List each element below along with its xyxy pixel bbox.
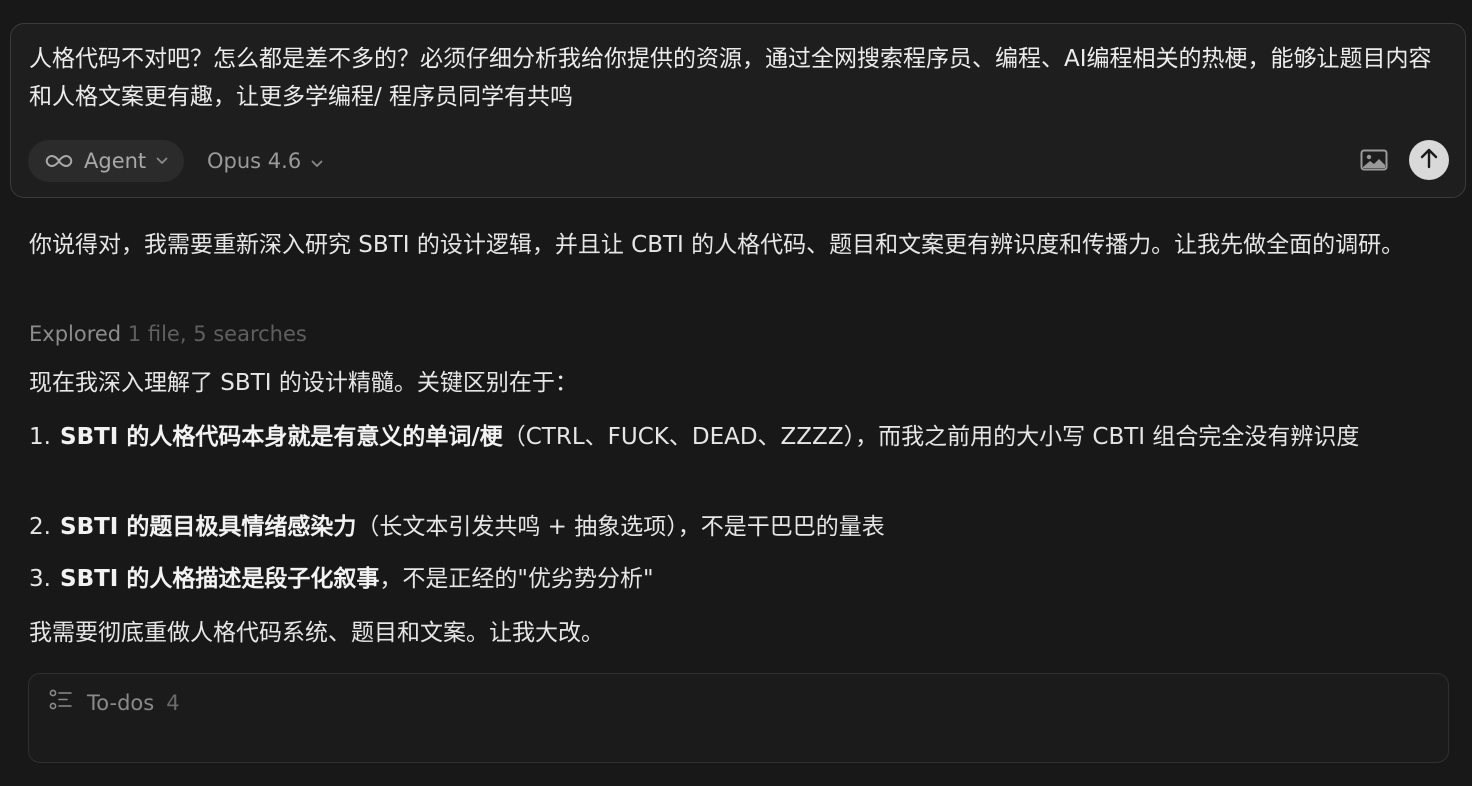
image-icon[interactable]: [1360, 149, 1390, 173]
chat-input-box[interactable]: 人格代码不对吧？怎么都是差不多的？必须仔细分析我给你提供的资源，通过全网搜索程序…: [10, 23, 1466, 198]
list-number: 1.: [29, 424, 51, 450]
chat-panel: 人格代码不对吧？怎么都是差不多的？必须仔细分析我给你提供的资源，通过全网搜索程序…: [0, 0, 1472, 786]
explored-label: Explored: [29, 322, 122, 346]
prompt-text[interactable]: 人格代码不对吧？怎么都是差不多的？必须仔细分析我给你提供的资源，通过全网搜索程序…: [29, 40, 1439, 116]
list-number: 2.: [29, 514, 51, 540]
todos-header[interactable]: To-dos 4: [49, 689, 180, 716]
explored-summary[interactable]: Explored 1 file, 5 searches: [29, 318, 307, 350]
list-item: 3. SBTI 的人格描述是段子化叙事，不是正经的"优劣势分析": [29, 560, 1449, 598]
todos-label: To-dos: [87, 690, 155, 715]
chevron-down-icon: [311, 149, 323, 173]
list-item-bold: SBTI 的题目极具情绪感染力: [60, 514, 357, 540]
infinity-icon: [44, 153, 74, 169]
list-item-text: ，不是正经的"优劣势分析": [379, 566, 654, 592]
list-item-bold: SBTI 的人格代码本身就是有意义的单词/梗: [60, 424, 503, 450]
list-item-bold: SBTI 的人格描述是段子化叙事: [60, 566, 380, 592]
agent-mode-selector[interactable]: Agent: [28, 140, 185, 182]
response-lead: 现在我深入理解了 SBTI 的设计精髓。关键区别在于：: [29, 370, 578, 396]
chevron-down-icon: [156, 157, 168, 165]
model-label: Opus 4.6: [207, 149, 302, 173]
send-button[interactable]: [1409, 140, 1449, 180]
explored-detail: 1 file, 5 searches: [127, 322, 307, 346]
list-item-text: （长文本引发共鸣 + 抽象选项），不是干巴巴的量表: [356, 514, 885, 540]
response-closing: 我需要彻底重做人格代码系统、题目和文案。让我大改。: [29, 620, 604, 646]
list-item-text: （CTRL、FUCK、DEAD、ZZZZ），而我之前用的大小写 CBTI 组合完…: [502, 424, 1360, 450]
todos-count: 4: [166, 690, 180, 715]
agent-mode-label: Agent: [84, 149, 147, 173]
list-item: 2. SBTI 的题目极具情绪感染力（长文本引发共鸣 + 抽象选项），不是干巴巴…: [29, 508, 1449, 546]
response-intro: 你说得对，我需要重新深入研究 SBTI 的设计逻辑，并且让 CBTI 的人格代码…: [29, 232, 1405, 258]
todos-panel[interactable]: To-dos 4: [28, 673, 1449, 763]
checklist-icon: [49, 689, 73, 716]
model-selector[interactable]: Opus 4.6: [207, 140, 323, 182]
arrow-up-icon: [1419, 147, 1439, 173]
list-item: 1. SBTI 的人格代码本身就是有意义的单词/梗（CTRL、FUCK、DEAD…: [29, 418, 1449, 456]
list-number: 3.: [29, 566, 51, 592]
